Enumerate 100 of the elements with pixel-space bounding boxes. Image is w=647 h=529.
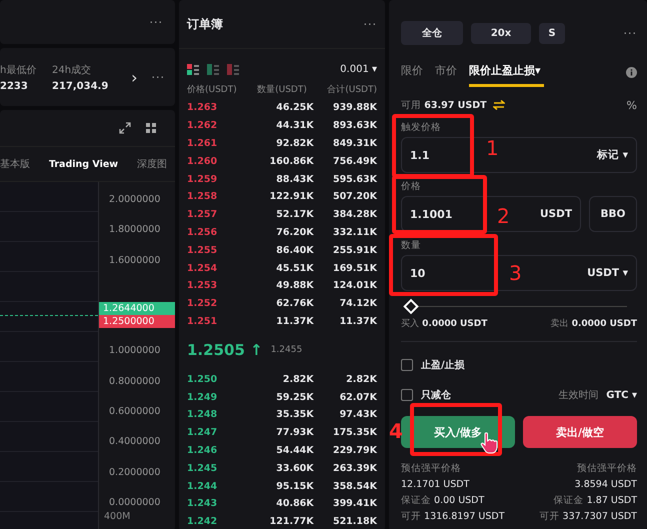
axis-label: 0.8000000 <box>108 376 160 387</box>
bid-total: 358.54K <box>332 480 377 492</box>
time-in-force-label: 生效时间 <box>558 388 598 402</box>
ask-price: 1.258 <box>187 191 218 202</box>
ask-total: 169.51K <box>332 262 377 274</box>
annotation-number: 2 <box>497 205 510 227</box>
chart-tab[interactable]: Trading View <box>48 158 118 170</box>
margin-chip[interactable]: 全仓 <box>401 21 463 45</box>
bid-amount: 33.60K <box>275 462 314 474</box>
axis-label: 1.8000000 <box>108 224 160 236</box>
stat-label: 24h成交 <box>52 64 92 76</box>
bid-price: 1.243 <box>187 498 218 510</box>
order-type-tab[interactable]: 限价止盈止损▾ <box>469 57 544 87</box>
info-icon[interactable] <box>626 66 637 78</box>
field-label: 数量 <box>401 238 421 252</box>
order-type-tab[interactable]: 限价 <box>401 57 423 87</box>
axis-label: 0.4000000 <box>108 436 160 448</box>
ask-total: 332.11K <box>332 226 377 238</box>
checkbox-label: 只减仓 <box>421 388 451 402</box>
more-button[interactable]: ··· <box>624 26 637 40</box>
bid-total: 263.39K <box>332 462 377 474</box>
layout-icon[interactable] <box>187 64 199 74</box>
bid-amount: 59.25K <box>275 392 314 403</box>
chart-tab[interactable]: 基本版 <box>0 157 30 171</box>
stat-value: 3.8594 USDT <box>574 478 637 490</box>
ask-total: 507.20K <box>332 191 377 202</box>
checkbox-label: 止盈/止损 <box>421 358 465 372</box>
axis-label: 0.6000000 <box>108 406 160 418</box>
checkbox[interactable] <box>401 389 413 401</box>
bid-amount: 35.35K <box>275 409 314 420</box>
stat-value: 217,034.9 <box>52 80 110 92</box>
ask-amount: 86.40K <box>275 244 314 256</box>
ask-price: 1.262 <box>187 120 218 132</box>
ask-price: 1.255 <box>187 244 218 256</box>
more-button[interactable]: ··· <box>150 16 163 28</box>
axis-label: 1.6000000 <box>108 254 160 266</box>
bid-total: 229.79K <box>332 444 377 456</box>
ask-price: 1.251 <box>187 316 218 327</box>
margin-chip[interactable]: S <box>539 22 565 44</box>
layout-icon[interactable] <box>207 64 219 74</box>
transfer-icon[interactable] <box>492 100 505 110</box>
grid-icon[interactable] <box>145 122 157 134</box>
ask-amount: 88.43K <box>275 174 314 185</box>
ask-price: 1.261 <box>187 138 218 149</box>
ask-price: 1.254 <box>187 262 218 274</box>
ask-amount: 45.51K <box>275 262 314 274</box>
ask-amount: 62.76K <box>275 298 314 310</box>
sell-short-button[interactable]: 卖出/做空 <box>523 416 637 448</box>
more-button[interactable]: ··· <box>364 18 377 30</box>
bid-amount: 77.93K <box>275 427 314 438</box>
stat-label: 预估强平价格 <box>401 462 461 474</box>
time-in-force-dropdown[interactable]: GTC ▾ <box>606 390 637 400</box>
more-button[interactable]: ··· <box>152 70 165 84</box>
ask-amount: 160.86K <box>268 156 314 167</box>
ask-price: 1.260 <box>187 156 218 167</box>
bid-total: 62.07K <box>338 392 377 403</box>
axis-label: 0.0000000 <box>108 496 160 508</box>
chart-tab[interactable]: 深度图 <box>137 157 167 171</box>
expand-icon[interactable] <box>119 122 131 134</box>
ask-total: 74.12K <box>338 298 377 310</box>
annotation-number: 1 <box>486 137 499 159</box>
bid-price: 1.247 <box>187 427 218 438</box>
ask-amount: 44.31K <box>275 120 314 132</box>
stat-value: 2233 <box>0 80 29 92</box>
ask-price: 1.263 <box>187 102 218 114</box>
column-header: 数量(USDT) <box>257 84 307 96</box>
ask-price: 1.256 <box>187 226 218 238</box>
stat-value: 可开 1316.8197 USDT <box>401 510 505 522</box>
ask-price: 1.259 <box>187 174 218 185</box>
bid-total: 521.18K <box>332 516 377 528</box>
ask-price: 1.252 <box>187 298 218 310</box>
stat-label: h最低价 <box>0 64 38 76</box>
next-button[interactable]: › <box>123 68 146 86</box>
annotation-number: 3 <box>509 262 522 284</box>
ask-total: 849.31K <box>332 138 377 149</box>
percent-button[interactable]: % <box>626 98 637 112</box>
max-buy: 买入 0.0000 USDT <box>401 318 488 330</box>
ask-total: 11.37K <box>338 316 377 327</box>
annotation-number: 4 <box>389 420 403 442</box>
ask-total: 255.91K <box>332 244 377 256</box>
bid-total: 175.35K <box>332 427 377 438</box>
ask-price: 1.257 <box>187 209 218 220</box>
bid-amount: 54.44K <box>275 444 314 456</box>
margin-chip[interactable]: 20x <box>471 22 531 44</box>
ask-total: 384.28K <box>332 209 377 220</box>
ask-amount: 52.17K <box>275 209 314 220</box>
bbo-button[interactable]: BBO <box>589 196 637 232</box>
field-label: 触发价格 <box>401 120 441 134</box>
precision-dropdown[interactable]: 0.001 ▾ <box>340 64 377 74</box>
bid-price: 1.249 <box>187 392 218 403</box>
bid-total: 2.82K <box>345 374 377 385</box>
checkbox[interactable] <box>401 359 413 371</box>
stat-value: 可开 337.7307 USDT <box>540 510 637 522</box>
bid-total: 399.41K <box>332 498 377 510</box>
ask-amount: 11.37K <box>275 316 314 327</box>
ask-total: 939.88K <box>332 102 377 114</box>
stat-value: 12.1701 USDT <box>401 478 470 490</box>
bid-price: 1.248 <box>187 409 218 420</box>
ask-amount: 46.25K <box>275 102 314 114</box>
order-type-tab[interactable]: 市价 <box>435 57 457 87</box>
